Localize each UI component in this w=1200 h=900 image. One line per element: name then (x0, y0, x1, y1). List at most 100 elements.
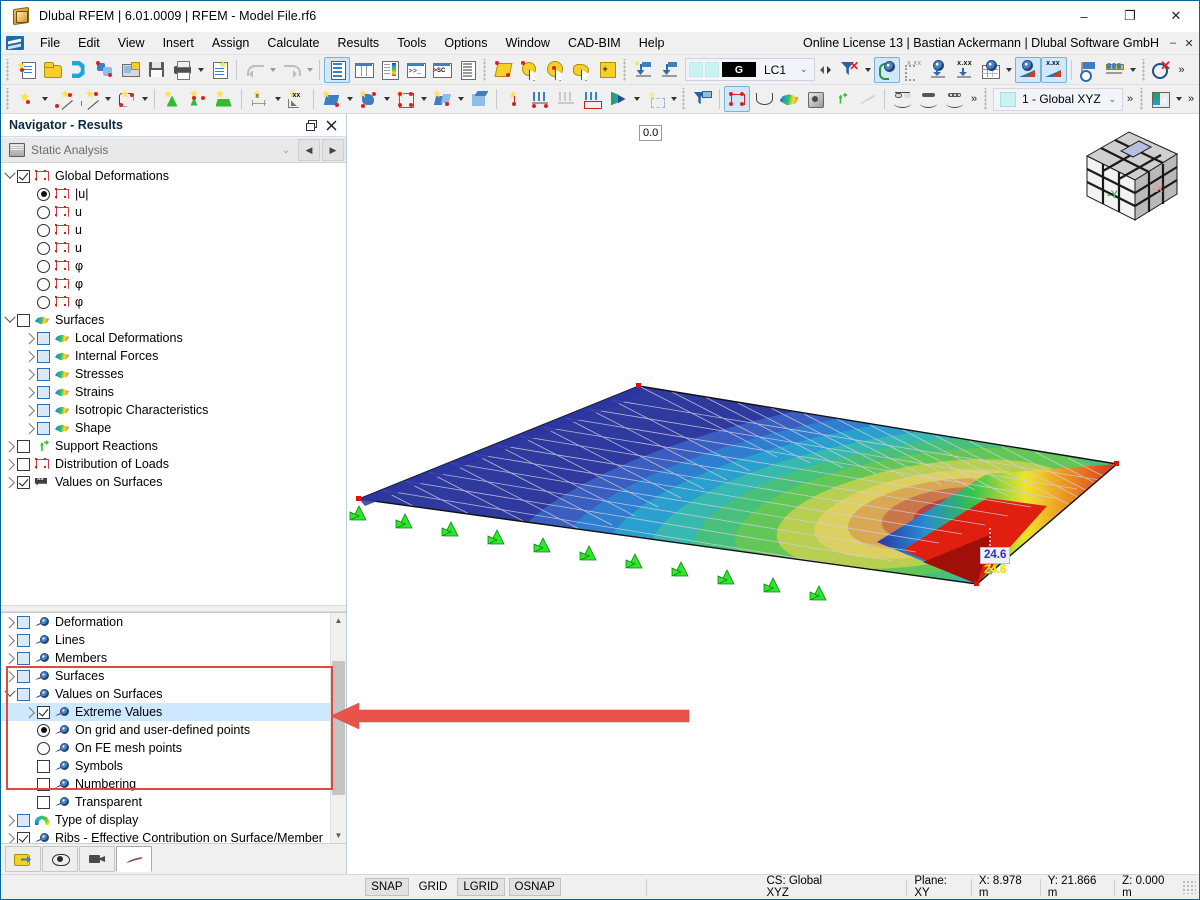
checkbox[interactable] (37, 350, 50, 363)
printout-report-button[interactable] (206, 57, 232, 83)
new-line-support-button[interactable] (185, 86, 211, 112)
load-case-combo[interactable]: G LC1 ⌄ (685, 58, 815, 81)
dimension-linear-button[interactable]: x (246, 86, 272, 112)
tree-row[interactable]: u (1, 239, 346, 257)
save-button[interactable] (143, 57, 169, 83)
redo-button[interactable] (278, 57, 304, 83)
chevron-down-icon[interactable] (3, 687, 17, 701)
resize-grip-icon[interactable] (1182, 880, 1196, 894)
checkbox[interactable] (37, 368, 50, 381)
toolbar2-overflow-button-2[interactable]: » (1123, 87, 1137, 111)
tree-row[interactable]: Strains (1, 383, 346, 401)
new-model-button[interactable] (13, 57, 39, 83)
console-button[interactable]: >>_ (402, 57, 428, 83)
restore-icon[interactable] (302, 116, 320, 134)
tree-row[interactable]: Ribs - Effective Contribution on Surface… (1, 829, 330, 843)
load-case-apply-button[interactable] (656, 57, 682, 83)
print-preview-button[interactable] (117, 57, 143, 83)
checkbox[interactable] (17, 814, 30, 827)
chevron-right-icon[interactable] (23, 705, 37, 719)
model-navigator-tab[interactable] (5, 846, 41, 872)
script-button[interactable]: >SC (428, 57, 454, 83)
result-grid-dropdown-arrow[interactable] (1004, 58, 1015, 82)
tree-row[interactable]: Values on Surfaces (1, 685, 330, 703)
toolbar-grip-3[interactable] (622, 59, 628, 81)
display-navigator-tab[interactable] (42, 846, 78, 872)
radio-button[interactable] (37, 260, 50, 273)
render-mode-button[interactable] (1147, 86, 1173, 112)
new-line-button[interactable] (50, 86, 76, 112)
result-settings-button[interactable] (1076, 57, 1102, 83)
checkbox[interactable] (37, 332, 50, 345)
status-snap-toggle[interactable]: SNAP (365, 878, 408, 896)
display-tree-scrollbar[interactable]: ▲ ▼ (330, 613, 346, 843)
result-grid-button[interactable] (978, 57, 1004, 83)
radio-button[interactable] (37, 278, 50, 291)
tree-row[interactable]: Isotropic Characteristics (1, 401, 346, 419)
print-dropdown-arrow[interactable] (195, 58, 206, 82)
toolbar2-overflow-button-3[interactable]: » (1184, 87, 1198, 111)
toolbar-grip[interactable] (5, 59, 11, 81)
checkbox[interactable] (37, 404, 50, 417)
open-model-button[interactable] (39, 57, 65, 83)
toolbar2-grip-3[interactable] (983, 88, 989, 110)
tree-row[interactable]: Local Deformations (1, 329, 346, 347)
status-lgrid-toggle[interactable]: LGRID (457, 878, 504, 896)
menu-insert[interactable]: Insert (154, 33, 203, 53)
chevron-right-icon[interactable] (23, 385, 37, 399)
tree-row[interactable]: Values on Surfaces (1, 473, 346, 491)
zoom-lasso-button[interactable] (568, 57, 594, 83)
show-members-button[interactable] (750, 86, 776, 112)
checkbox[interactable] (17, 616, 30, 629)
chevron-right-icon[interactable] (3, 439, 17, 453)
status-osnap-toggle[interactable]: OSNAP (509, 878, 561, 896)
zoom-window-button[interactable] (490, 57, 516, 83)
radio-button[interactable] (37, 224, 50, 237)
result-sections-dropdown-arrow[interactable] (1128, 58, 1139, 82)
coordinate-system-combo[interactable]: 1 - Global XYZ ⌄ (993, 88, 1123, 111)
toolbar-overflow-button[interactable]: » (1175, 58, 1189, 82)
tree-row[interactable]: Deformation (1, 613, 330, 631)
result-diagram-values-button[interactable]: x.xx (1041, 57, 1067, 83)
redo-dropdown-arrow[interactable] (304, 58, 315, 82)
chevron-right-icon[interactable] (3, 615, 17, 629)
tree-row[interactable]: Transparent (1, 793, 330, 811)
new-free-load-button[interactable] (605, 86, 631, 112)
toolbar2-grip[interactable] (5, 88, 11, 110)
status-grid-toggle[interactable]: GRID (413, 878, 454, 896)
tree-row[interactable]: u (1, 203, 346, 221)
load-case-next-button[interactable] (826, 58, 837, 82)
tree-row[interactable]: Surfaces (1, 311, 346, 329)
menu-window[interactable]: Window (496, 33, 558, 53)
checkbox[interactable] (37, 796, 50, 809)
checkbox[interactable] (37, 778, 50, 791)
checkbox[interactable] (17, 652, 30, 665)
show-surfaces-button[interactable] (776, 86, 802, 112)
dimension-xx-button[interactable]: xx (283, 86, 309, 112)
result-panel-button[interactable] (376, 57, 402, 83)
menu-tools[interactable]: Tools (388, 33, 435, 53)
show-solids-button[interactable] (802, 86, 828, 112)
menu-help[interactable]: Help (630, 33, 674, 53)
results-navigator-tab[interactable] (116, 846, 152, 872)
checkbox[interactable] (17, 832, 30, 844)
close-icon[interactable] (322, 116, 340, 134)
tree-row[interactable]: Type of display (1, 811, 330, 829)
chevron-right-icon[interactable] (3, 633, 17, 647)
toolbar-grip-2[interactable] (482, 59, 488, 81)
checkbox[interactable] (37, 706, 50, 719)
show-supports-button[interactable] (828, 86, 854, 112)
new-opening-dropdown-arrow[interactable] (418, 87, 429, 111)
print-button[interactable] (169, 57, 195, 83)
new-surface-load-button[interactable] (579, 86, 605, 112)
chevron-right-icon[interactable] (23, 367, 37, 381)
toolbar2-grip-4[interactable] (1139, 88, 1145, 110)
load-case-caret-icon[interactable]: ⌄ (794, 64, 814, 75)
tree-row[interactable]: On FE mesh points (1, 739, 330, 757)
checkbox[interactable] (17, 458, 30, 471)
results-tree[interactable]: Global Deformations|u|uuuφφφSurfacesLoca… (1, 163, 346, 605)
toolbar-grip-4[interactable] (1141, 59, 1147, 81)
result-max-button[interactable]: x.xx (952, 57, 978, 83)
imperfection-dropdown-arrow[interactable] (668, 87, 679, 111)
dlubal-center-button[interactable] (65, 57, 91, 83)
